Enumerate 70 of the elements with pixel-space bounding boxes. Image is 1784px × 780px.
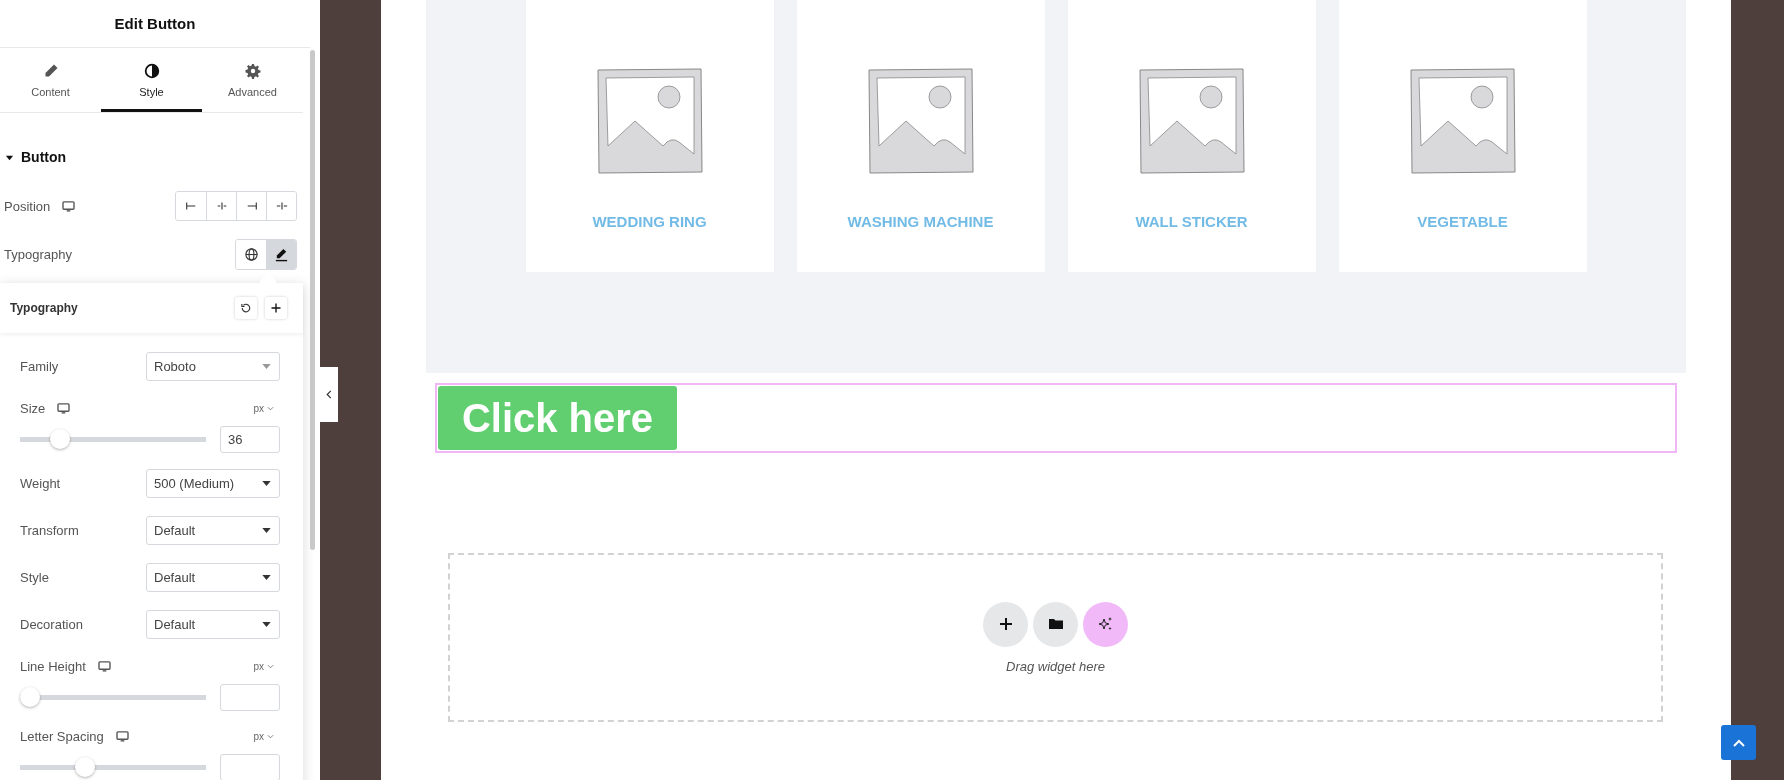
select-field[interactable]: Default — [146, 516, 280, 545]
number-field[interactable] — [220, 683, 280, 711]
image-placeholder-icon — [594, 66, 705, 176]
typography-button[interactable] — [266, 239, 296, 269]
unit-selector[interactable]: px — [253, 730, 264, 742]
control-label: Typography — [4, 246, 72, 262]
add-button[interactable] — [265, 297, 287, 319]
scrollbar[interactable] — [310, 50, 315, 550]
ai-button[interactable] — [1083, 601, 1128, 647]
number-field[interactable] — [220, 753, 280, 780]
control-label: Family — [20, 359, 59, 374]
pencil-icon — [273, 246, 289, 262]
settings-icon — [244, 62, 261, 79]
align-button[interactable] — [266, 192, 296, 220]
control-label: Position — [4, 198, 51, 214]
template-button[interactable] — [1033, 601, 1078, 647]
chevron-down-icon[interactable] — [267, 405, 274, 411]
chevron-down-icon[interactable] — [267, 663, 274, 669]
plus-icon — [270, 302, 282, 314]
align-center-icon — [275, 200, 288, 212]
image-placeholder-icon — [1136, 66, 1247, 176]
slider-thumb[interactable] — [74, 757, 95, 777]
chevron-down-icon[interactable] — [267, 733, 274, 739]
desktop-icon[interactable] — [97, 660, 111, 672]
select-field[interactable]: Default — [146, 610, 280, 639]
chevron-left-icon — [326, 390, 332, 399]
desktop-icon[interactable] — [115, 730, 129, 742]
select-field[interactable]: 500 (Medium) — [146, 469, 280, 498]
popover-title: Typography — [10, 301, 78, 315]
align-center-icon — [215, 200, 228, 212]
desktop-icon[interactable] — [57, 402, 71, 414]
control-label: Line Height — [20, 658, 86, 674]
panel-title: Edit Button — [0, 0, 310, 48]
contrast-icon — [143, 62, 160, 79]
number-field[interactable]: 36 — [220, 425, 280, 453]
unit-selector[interactable]: px — [253, 660, 264, 672]
tab[interactable]: Style — [101, 48, 202, 112]
image-placeholder-icon — [1407, 66, 1518, 176]
slider-thumb[interactable] — [20, 687, 40, 707]
dropdown-icon — [262, 575, 271, 580]
control-label: Letter Spacing — [20, 728, 104, 744]
select-field[interactable]: Default — [146, 563, 280, 592]
section-title[interactable]: Button — [21, 149, 67, 165]
desktop-icon[interactable] — [62, 200, 76, 212]
tab[interactable]: Advanced — [202, 48, 303, 112]
align-right-icon — [245, 200, 258, 212]
dropdown-icon — [262, 364, 271, 369]
control-label: Weight — [20, 476, 61, 491]
unit-selector[interactable]: px — [253, 402, 264, 414]
dropdown-icon — [262, 528, 271, 533]
slider-thumb[interactable] — [49, 429, 70, 449]
reset-icon — [240, 302, 252, 314]
dropdown-icon — [262, 481, 271, 486]
add-section-button[interactable] — [983, 601, 1028, 647]
control-label: Size — [20, 400, 46, 416]
globe-icon — [243, 246, 259, 262]
control-label: Style — [20, 570, 49, 585]
select-field[interactable]: Roboto — [146, 352, 280, 381]
control-label: Transform — [20, 523, 79, 538]
image-placeholder-icon — [865, 66, 976, 176]
drop-hint: Drag widget here — [1006, 658, 1105, 674]
plus-icon — [997, 616, 1014, 632]
scroll-to-top-button[interactable] — [1721, 725, 1756, 760]
tab[interactable]: Content — [0, 48, 101, 112]
align-left-icon — [185, 200, 197, 212]
sparkle-icon — [1097, 616, 1114, 632]
reset-button[interactable] — [235, 297, 257, 319]
control-label: Decoration — [20, 617, 83, 632]
folder-icon — [1047, 616, 1064, 632]
dropdown-icon — [262, 622, 271, 627]
